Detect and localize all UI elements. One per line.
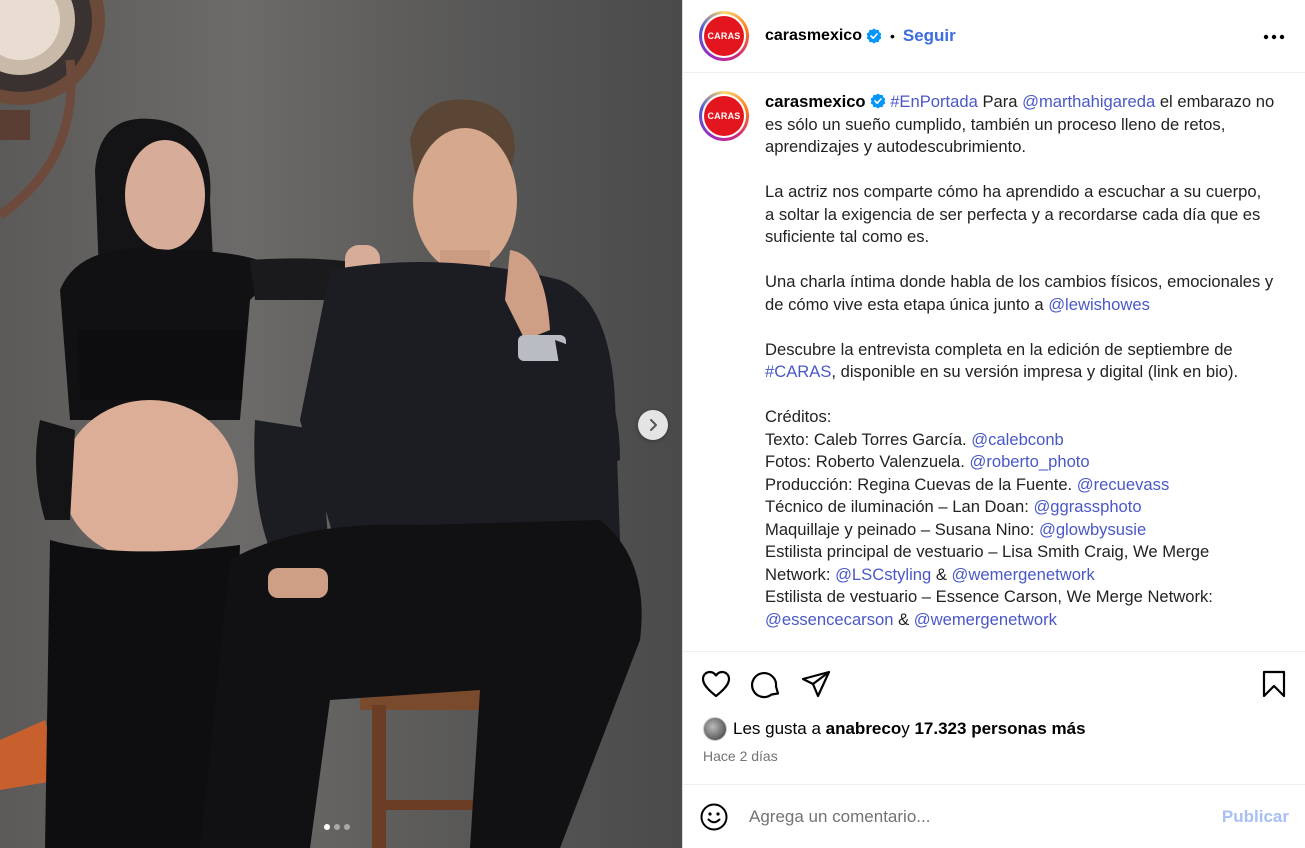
carousel-dot [344,824,350,830]
mention-link[interactable]: @wemergenetwork [914,610,1057,629]
credit-line: Fotos: Roberto Valenzuela. @roberto_phot… [765,452,1090,471]
comment-button[interactable] [751,669,781,699]
credit-line: Técnico de iluminación – Lan Doan: @ggra… [765,497,1142,516]
like-button[interactable] [701,670,731,698]
account-avatar[interactable]: CARAS [699,11,749,61]
post-photo [0,0,642,848]
comment-bar: Publicar [683,784,1305,848]
post-media[interactable] [0,0,682,848]
chevron-right-icon [650,419,657,431]
account-username[interactable]: carasmexico [765,27,862,45]
caras-logo: CARAS [704,16,744,56]
mention-link[interactable]: @ggrassphoto [1033,497,1141,516]
mention-link[interactable]: @recuevass [1077,475,1169,494]
comment-icon [751,671,780,699]
liker-avatar[interactable] [703,717,727,741]
mention-link[interactable]: @essencecarson [765,610,893,629]
caption-section: CARAS carasmexico #EnPortada Para @marth… [683,73,1305,651]
caption-text: carasmexico #EnPortada Para @marthahigar… [765,91,1275,651]
hashtag-link[interactable]: #EnPortada [890,92,978,111]
credit-line: Estilista principal de vestuario – Lisa … [765,542,1210,584]
hashtag-link[interactable]: #CARAS [765,362,831,381]
studio-light [0,0,105,219]
post-timestamp[interactable]: Hace 2 días [683,742,1305,784]
carousel-dot [334,824,340,830]
verified-badge-icon [866,28,882,44]
separator-dot: • [889,28,895,44]
credit-line: Estilista de vestuario – Essence Carson,… [765,587,1213,629]
post-header: CARAS carasmexico • Seguir [683,0,1305,73]
credit-line: Producción: Regina Cuevas de la Fuente. … [765,474,1170,494]
save-button[interactable] [1261,670,1287,698]
man-figure [200,99,642,848]
mention-link[interactable]: @roberto_photo [969,452,1089,471]
carousel-dot [324,824,330,830]
heart-icon [701,670,731,698]
more-options-icon [1263,34,1285,40]
mention-link[interactable]: @calebconb [971,430,1064,449]
publish-button[interactable]: Publicar [1222,807,1289,827]
bookmark-icon [1262,670,1286,698]
instagram-post: CARAS carasmexico • Seguir CARAS carasme… [0,0,1305,848]
mention-link[interactable]: @marthahigareda [1022,92,1155,111]
liker-username[interactable]: anabreco [826,719,902,739]
likes-count[interactable]: 17.323 personas más [914,719,1085,739]
likes-summary: Les gusta a anabreco y 17.323 personas m… [683,716,1305,742]
credit-line: Maquillaje y peinado – Susana Nino: @glo… [765,519,1147,539]
credits-title: Créditos: [765,407,832,426]
follow-button[interactable]: Seguir [903,26,956,46]
caras-logo: CARAS [704,96,744,136]
emoji-button[interactable] [699,802,729,832]
caption-username[interactable]: carasmexico [765,92,866,111]
action-bar [683,651,1305,716]
send-icon [801,670,831,698]
emoji-icon [700,803,728,830]
mention-link[interactable]: @wemergenetwork [952,565,1095,584]
post-info-panel: CARAS carasmexico • Seguir CARAS carasme… [682,0,1305,848]
more-options-button[interactable] [1259,23,1289,49]
caption-paragraph: La actriz nos comparte cómo ha aprendido… [765,182,1262,246]
caption-avatar[interactable]: CARAS [699,91,749,141]
credit-line: Texto: Caleb Torres García. @calebconb [765,429,1064,449]
mention-link[interactable]: @glowbysusie [1039,520,1146,539]
mention-link[interactable]: @LSCstyling [835,565,931,584]
mention-link[interactable]: @lewishowes [1048,295,1150,314]
carousel-next-button[interactable] [638,410,668,440]
verified-badge-icon [870,93,885,109]
carousel-indicator [324,824,350,830]
share-button[interactable] [801,670,831,698]
comment-input[interactable] [749,806,1222,827]
